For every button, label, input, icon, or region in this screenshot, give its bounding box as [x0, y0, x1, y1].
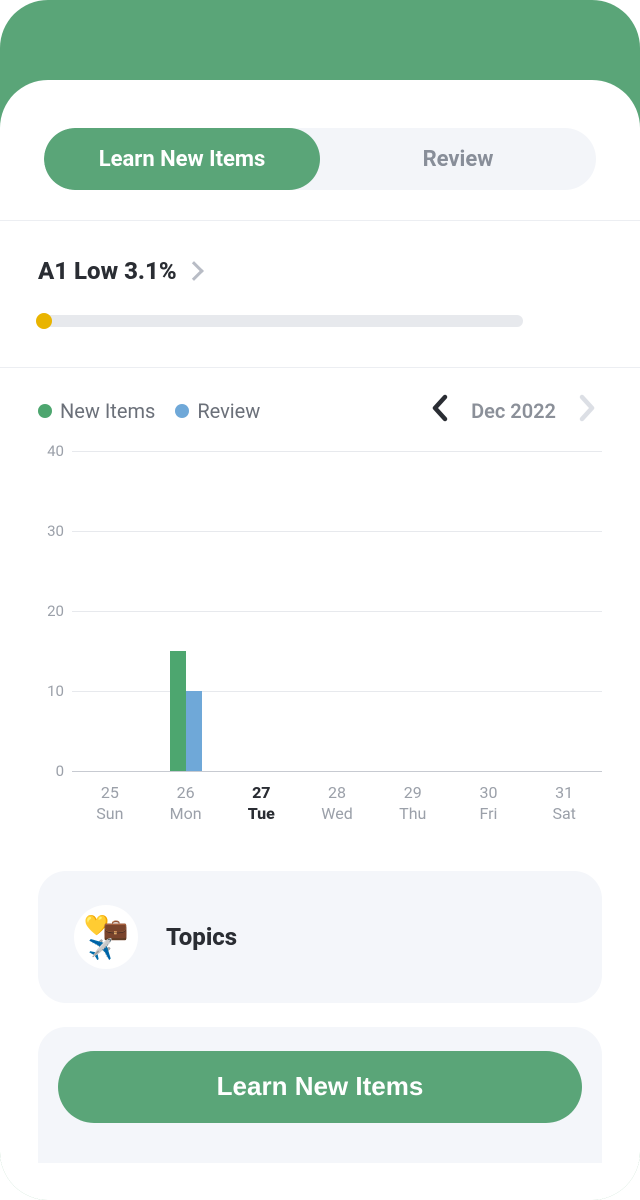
chart-x-label: 29Thu — [375, 783, 451, 825]
chart-y-tick: 40 — [38, 442, 64, 460]
chart-bar — [186, 691, 202, 771]
chart-bar — [170, 651, 186, 771]
chart-category — [148, 451, 224, 771]
prev-month-button[interactable] — [425, 390, 455, 431]
chart-plot-area: 010203040 — [38, 451, 602, 771]
tab-learn-new-items[interactable]: Learn New Items — [44, 128, 320, 190]
chart-x-dow: Fri — [451, 804, 527, 825]
chart-x-dow: Wed — [299, 804, 375, 825]
chart-section: New Items Review Dec 2022 — [0, 368, 640, 835]
legend-label: Review — [197, 399, 260, 423]
chart-x-label: 27Tue — [223, 783, 299, 825]
legend-dot-blue-icon — [175, 404, 189, 418]
chart-x-label: 28Wed — [299, 783, 375, 825]
chart-category — [72, 451, 148, 771]
topics-title: Topics — [166, 923, 237, 951]
chart-x-label: 26Mon — [148, 783, 224, 825]
briefcase-icon: 💼 — [103, 919, 128, 939]
chart-x-day: 27 — [223, 783, 299, 804]
chart-category — [299, 451, 375, 771]
chart-header: New Items Review Dec 2022 — [38, 390, 602, 431]
chevron-right-icon — [578, 394, 596, 422]
tab-label: Review — [423, 147, 494, 172]
chart-y-tick: 10 — [38, 682, 64, 700]
button-label: Learn New Items — [217, 1071, 424, 1101]
chart-y-tick: 30 — [38, 522, 64, 540]
tab-label: Learn New Items — [99, 147, 266, 172]
bottom-action-card: Learn New Items — [38, 1027, 602, 1163]
month-label: Dec 2022 — [471, 399, 556, 423]
chart-category — [375, 451, 451, 771]
next-month-button — [572, 390, 602, 431]
tabs: Learn New Items Review — [44, 128, 596, 190]
month-navigator: Dec 2022 — [425, 390, 602, 431]
tab-review[interactable]: Review — [320, 128, 596, 190]
legend-dot-green-icon — [38, 404, 52, 418]
chart-category — [223, 451, 299, 771]
chart-x-day: 26 — [148, 783, 224, 804]
legend-item-review: Review — [175, 399, 260, 423]
learn-new-items-button[interactable]: Learn New Items — [58, 1051, 582, 1123]
chart-x-dow: Thu — [375, 804, 451, 825]
level-label: A1 Low 3.1% — [38, 257, 177, 285]
chart-y-tick: 20 — [38, 602, 64, 620]
chart-x-day: 25 — [72, 783, 148, 804]
chart-category — [526, 451, 602, 771]
chart-x-label: 31Sat — [526, 783, 602, 825]
legend-item-new-items: New Items — [38, 399, 155, 423]
app-frame: Learn New Items Review A1 Low 3.1% — [0, 0, 640, 1200]
level-progress-bar — [38, 315, 523, 327]
chart-x-dow: Tue — [223, 804, 299, 825]
chart-category — [451, 451, 527, 771]
chart-x-axis: 25Sun26Mon27Tue28Wed29Thu30Fri31Sat — [72, 783, 602, 825]
chart-x-dow: Sat — [526, 804, 602, 825]
chart-bars — [72, 451, 602, 771]
topics-icon: 💛 💼 ✈️ — [74, 905, 138, 969]
chart-x-day: 30 — [451, 783, 527, 804]
chart-x-dow: Mon — [148, 804, 224, 825]
chart-x-day: 28 — [299, 783, 375, 804]
airplane-icon: ✈️ — [88, 939, 113, 959]
chart-x-day: 29 — [375, 783, 451, 804]
level-progress-knob — [36, 313, 52, 329]
chart-x-dow: Sun — [72, 804, 148, 825]
legend-label: New Items — [60, 399, 155, 423]
chart-gridline — [72, 771, 602, 772]
topics-card[interactable]: 💛 💼 ✈️ Topics — [38, 871, 602, 1003]
chart: 010203040 25Sun26Mon27Tue28Wed29Thu30Fri… — [38, 451, 602, 825]
content-card: Learn New Items Review A1 Low 3.1% — [0, 80, 640, 1200]
chart-x-label: 25Sun — [72, 783, 148, 825]
chart-x-day: 31 — [526, 783, 602, 804]
chevron-left-icon — [431, 394, 449, 422]
chart-x-label: 30Fri — [451, 783, 527, 825]
level-section: A1 Low 3.1% — [0, 221, 640, 367]
tabs-container: Learn New Items Review — [0, 80, 640, 220]
chevron-right-icon — [184, 261, 204, 281]
chart-y-axis: 010203040 — [38, 451, 68, 771]
chart-legend: New Items Review — [38, 399, 260, 423]
level-selector[interactable]: A1 Low 3.1% — [38, 257, 602, 285]
chart-y-tick: 0 — [38, 762, 64, 780]
